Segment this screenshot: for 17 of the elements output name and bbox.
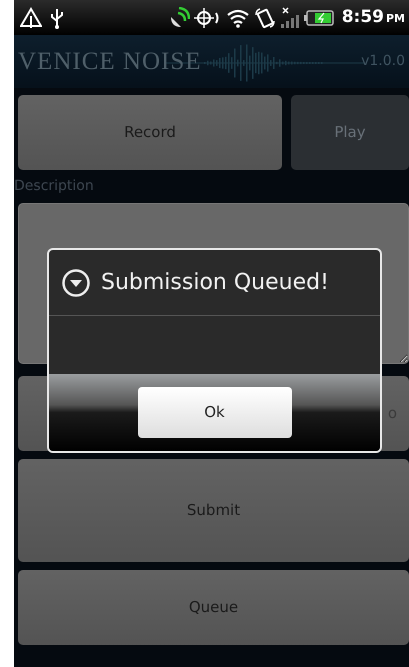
rotate-icon: [254, 6, 276, 28]
signal-icon: [280, 6, 300, 28]
battery-icon: [304, 8, 334, 26]
app-button[interactable]: Queue: [18, 570, 409, 645]
clock-period: PM: [386, 10, 405, 27]
wifi-icon: [226, 8, 250, 28]
dialog-title: Submission Queued!: [101, 269, 329, 297]
dropdown-icon: [61, 268, 91, 298]
app-button[interactable]: Submit: [18, 459, 409, 562]
app-button[interactable]: Record: [18, 95, 282, 170]
warning-icon: [20, 6, 42, 28]
version-label: v1.0.0: [361, 52, 405, 71]
usb-icon: [50, 6, 64, 28]
clock-time: 8:59: [342, 6, 384, 29]
field-label: Description: [14, 177, 95, 196]
ok-button[interactable]: Ok: [138, 387, 292, 438]
app-title: VENICE NOISE: [18, 46, 202, 77]
